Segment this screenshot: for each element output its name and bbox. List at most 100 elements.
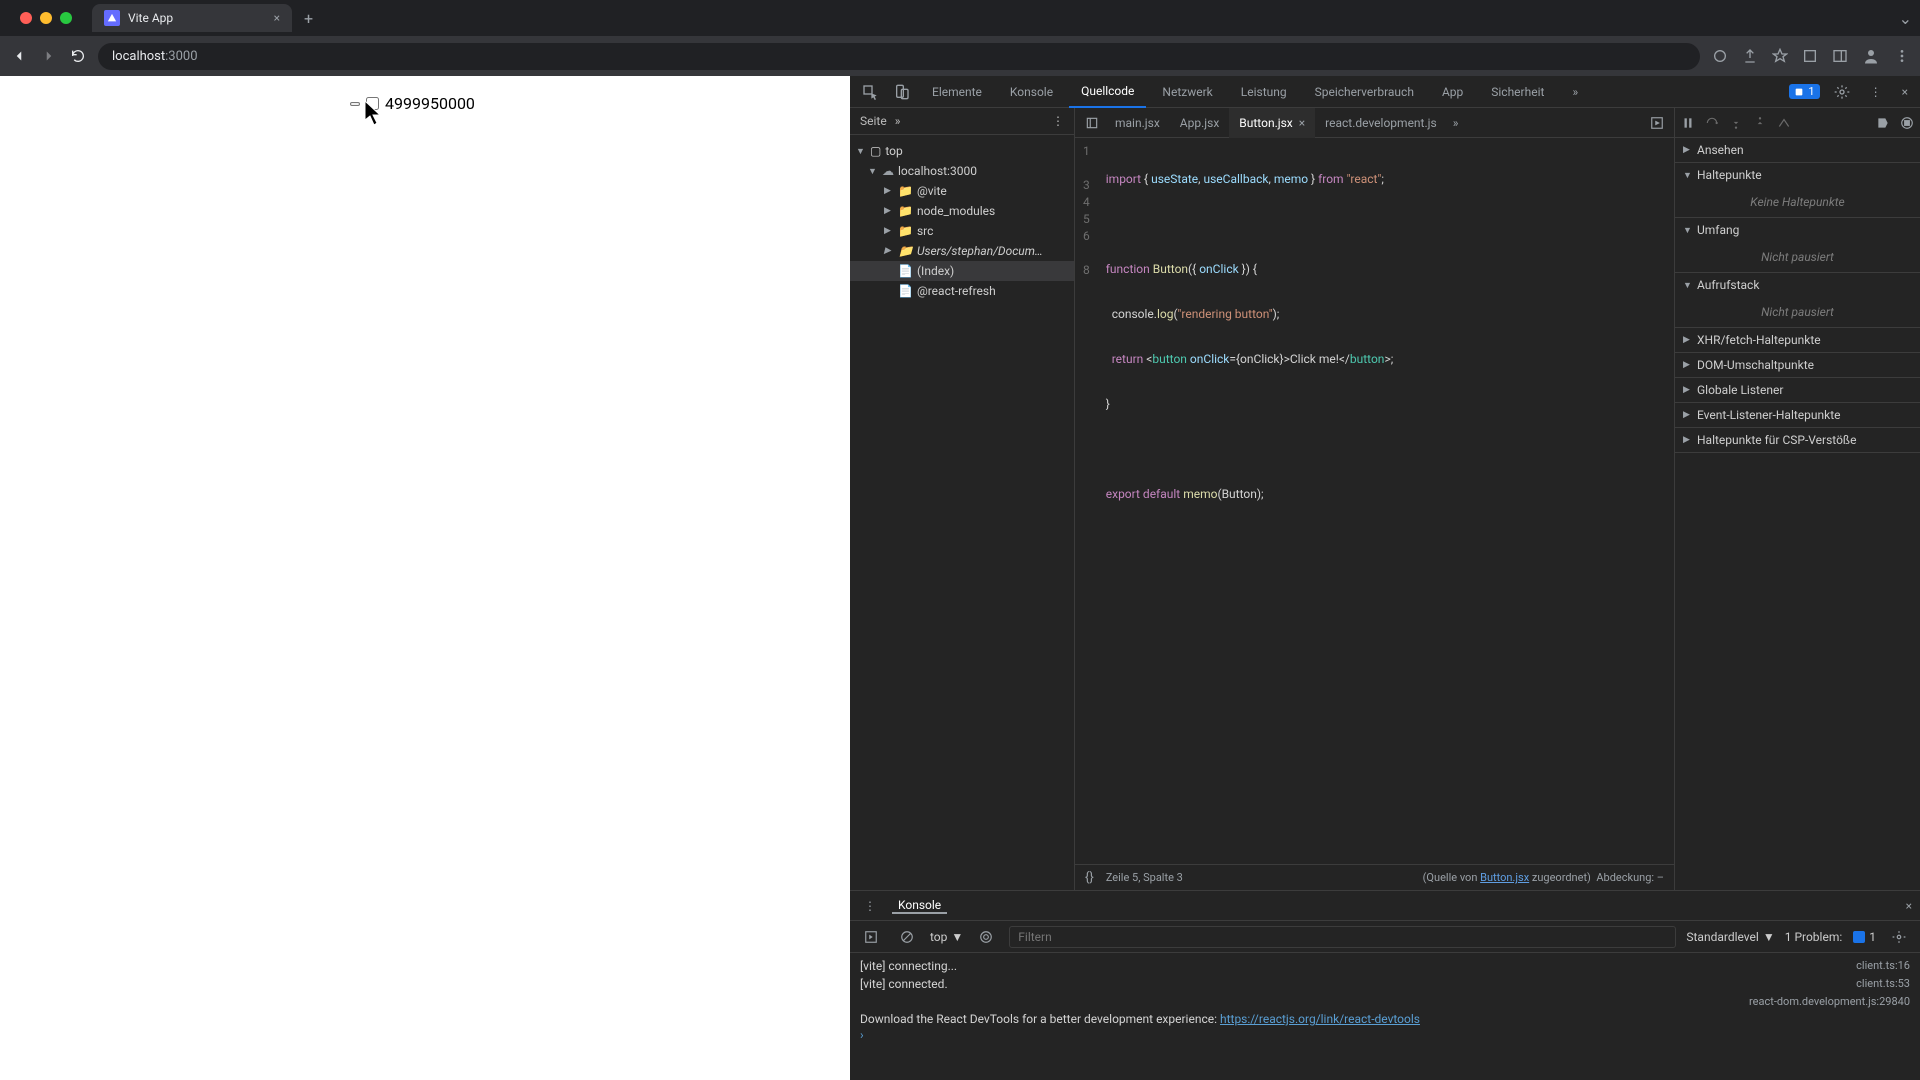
section-csp[interactable]: ▶Haltepunkte für CSP-Verstöße — [1675, 428, 1920, 452]
back-button[interactable] — [10, 47, 28, 65]
live-expression-icon[interactable] — [973, 930, 999, 944]
google-icon[interactable] — [1712, 48, 1728, 64]
console-tab[interactable]: Konsole — [892, 898, 947, 914]
section-global[interactable]: ▶Globale Listener — [1675, 378, 1920, 402]
kebab-menu-icon[interactable] — [1894, 48, 1910, 64]
tab-app[interactable]: App — [1430, 76, 1475, 108]
tree-folder-users[interactable]: ▶📁Users/stephan/Docum… — [850, 241, 1074, 261]
console-level[interactable]: Standardlevel▼ — [1686, 930, 1774, 944]
window-maximize[interactable] — [60, 12, 72, 24]
console-settings-icon[interactable] — [1886, 930, 1912, 944]
profile-icon[interactable] — [1862, 47, 1880, 65]
step-into-icon[interactable] — [1727, 114, 1745, 132]
react-devtools-link[interactable]: https://reactjs.org/link/react-devtools — [1220, 1012, 1420, 1026]
status-right: (Quelle von Button.jsx zugeordnet) Abdec… — [1423, 871, 1664, 884]
share-icon[interactable] — [1742, 48, 1758, 64]
log-row: react-dom.development.js:29840 — [850, 993, 1920, 1010]
deactivate-breakpoints-icon[interactable] — [1874, 114, 1892, 132]
tab-console[interactable]: Konsole — [998, 76, 1065, 108]
step-icon[interactable] — [1775, 114, 1793, 132]
tree-file-index[interactable]: 📄(Index) — [850, 261, 1074, 281]
log-row: [vite] connecting...client.ts:16 — [850, 957, 1920, 975]
section-callstack[interactable]: ▼Aufrufstack — [1675, 273, 1920, 297]
log-source[interactable]: client.ts:16 — [1856, 959, 1910, 973]
cursor-position: Zeile 5, Spalte 3 — [1106, 871, 1183, 884]
tab-elements[interactable]: Elemente — [920, 76, 994, 108]
section-dom[interactable]: ▶DOM-Umschaltpunkte — [1675, 353, 1920, 377]
tree-folder-vite[interactable]: ▶📁@vite — [850, 181, 1074, 201]
console-prompt[interactable]: › — [850, 1028, 1920, 1042]
browser-tab[interactable]: Vite App × — [92, 4, 292, 32]
editor-tab-close-icon[interactable]: × — [1299, 116, 1305, 130]
tabs-overflow-icon[interactable]: » — [1560, 76, 1590, 108]
nav-pane-tabs: Seite » ⋮ — [850, 108, 1074, 135]
forward-button[interactable] — [40, 47, 58, 65]
sidebar-icon[interactable] — [1832, 48, 1848, 64]
clear-console-icon[interactable] — [894, 930, 920, 944]
code-editor[interactable]: 134568 import { useState, useCallback, m… — [1075, 138, 1674, 864]
section-scope[interactable]: ▼Umfang — [1675, 218, 1920, 242]
section-event[interactable]: ▶Event-Listener-Haltepunkte — [1675, 403, 1920, 427]
reload-button[interactable] — [70, 48, 86, 64]
tree-file-react-refresh[interactable]: 📄@react-refresh — [850, 281, 1074, 301]
settings-icon[interactable] — [1828, 84, 1856, 100]
tree-host[interactable]: ▼☁localhost:3000 — [850, 161, 1074, 181]
editor-tab-react-dev[interactable]: react.development.js — [1315, 108, 1447, 138]
pause-icon[interactable] — [1679, 114, 1697, 132]
editor-tab-button[interactable]: Button.jsx× — [1229, 108, 1315, 138]
console-menu-icon[interactable]: ⋮ — [858, 899, 882, 913]
new-tab-button[interactable]: + — [292, 9, 325, 28]
window-close[interactable] — [20, 12, 32, 24]
source-map-link[interactable]: Button.jsx — [1480, 871, 1529, 884]
devtools-menu-icon[interactable]: ⋮ — [1864, 85, 1888, 99]
inspect-element-icon[interactable] — [856, 84, 884, 100]
console-context[interactable]: top▼ — [930, 930, 963, 944]
console-filter[interactable] — [1009, 926, 1676, 948]
window-minimize[interactable] — [40, 12, 52, 24]
tab-sources[interactable]: Quellcode — [1069, 76, 1146, 108]
issues-badge[interactable]: 1 — [1789, 84, 1819, 99]
section-xhr[interactable]: ▶XHR/fetch-Haltepunkte — [1675, 328, 1920, 352]
tree-folder-node-modules[interactable]: ▶📁node_modules — [850, 201, 1074, 221]
log-source[interactable]: react-dom.development.js:29840 — [1749, 995, 1910, 1008]
editor-area: main.jsx App.jsx Button.jsx× react.devel… — [1075, 108, 1675, 890]
format-icon[interactable]: {} — [1085, 870, 1106, 885]
editor-tabs-overflow-icon[interactable]: » — [1447, 116, 1465, 130]
console-sidebar-icon[interactable] — [858, 930, 884, 944]
nav-tab-page[interactable]: Seite — [860, 114, 887, 128]
tab-close-icon[interactable]: × — [274, 11, 280, 25]
device-toggle-icon[interactable] — [888, 84, 916, 100]
tab-performance[interactable]: Leistung — [1229, 76, 1299, 108]
pause-exceptions-icon[interactable] — [1898, 114, 1916, 132]
editor-run-icon[interactable] — [1644, 116, 1670, 130]
tab-security[interactable]: Sicherheit — [1479, 76, 1556, 108]
star-icon[interactable] — [1772, 48, 1788, 64]
problems-count[interactable]: 1 Problem: 1 — [1785, 930, 1876, 944]
console-output: [vite] connecting...client.ts:16 [vite] … — [850, 953, 1920, 1080]
console-close-icon[interactable]: × — [1906, 899, 1912, 913]
tab-memory[interactable]: Speicherverbrauch — [1303, 76, 1426, 108]
log-source[interactable]: client.ts:53 — [1856, 977, 1910, 991]
devtools-close-icon[interactable]: × — [1896, 85, 1914, 99]
editor-tab-main[interactable]: main.jsx — [1105, 108, 1170, 138]
tree-top[interactable]: ▼▢top — [850, 141, 1074, 161]
section-watch[interactable]: ▶Ansehen — [1675, 138, 1920, 162]
page-button[interactable] — [350, 102, 360, 106]
puzzle-icon[interactable] — [1802, 48, 1818, 64]
step-out-icon[interactable] — [1751, 114, 1769, 132]
sources-body: Seite » ⋮ ▼▢top ▼☁localhost:3000 ▶📁@vite… — [850, 108, 1920, 890]
nav-tabs-overflow-icon[interactable]: » — [895, 114, 901, 128]
console-drawer-header: ⋮ Konsole × — [850, 891, 1920, 921]
breakpoints-empty: Keine Haltepunkte — [1675, 187, 1920, 217]
step-over-icon[interactable] — [1703, 114, 1721, 132]
tab-network[interactable]: Netzwerk — [1150, 76, 1224, 108]
chevron-down-icon[interactable]: ⌄ — [1899, 9, 1912, 28]
url-bar[interactable]: localhost:3000 — [98, 43, 1700, 70]
nav-menu-icon[interactable]: ⋮ — [1052, 114, 1064, 128]
tree-folder-src[interactable]: ▶📁src — [850, 221, 1074, 241]
section-breakpoints[interactable]: ▼Haltepunkte — [1675, 163, 1920, 187]
main-area: 4999950000 Elemente Konsole Quellcode Ne… — [0, 76, 1920, 1080]
editor-tab-app[interactable]: App.jsx — [1170, 108, 1230, 138]
editor-nav-icon[interactable] — [1079, 116, 1105, 130]
tab-title: Vite App — [128, 11, 173, 25]
